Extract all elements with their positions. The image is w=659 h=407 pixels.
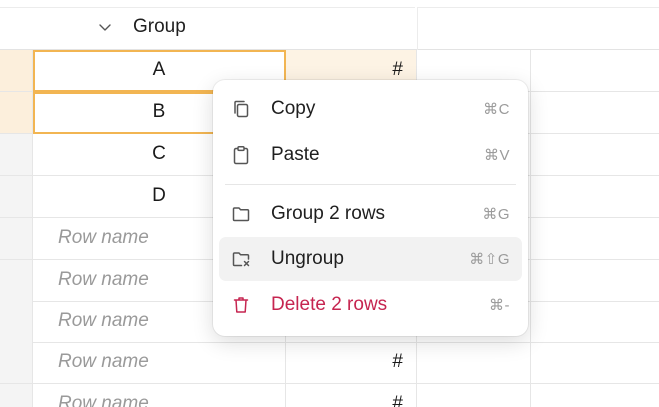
table-row[interactable]: Row name # xyxy=(0,342,659,384)
row-handle[interactable] xyxy=(0,301,33,343)
shortcut-hint: ⌘C xyxy=(483,101,510,118)
chevron-down-icon[interactable] xyxy=(97,19,113,35)
menu-separator xyxy=(225,184,516,185)
menu-item-copy[interactable]: Copy ⌘C xyxy=(219,87,522,131)
trash-icon xyxy=(233,297,249,313)
menu-item-label: Paste xyxy=(271,144,320,165)
row-name-placeholder: Row name xyxy=(58,269,149,290)
menu-item-label: Copy xyxy=(271,98,316,119)
row-handle[interactable] xyxy=(0,176,33,218)
shortcut-hint: ⌘- xyxy=(489,297,510,314)
group-name[interactable]: Group xyxy=(133,16,186,38)
row-handle[interactable] xyxy=(0,342,33,384)
shortcut-hint: ⌘⇧G xyxy=(469,251,510,268)
menu-item-label: Ungroup xyxy=(271,248,344,269)
cell-value: # xyxy=(392,393,403,407)
context-menu: Copy ⌘C Paste ⌘V Group 2 rows ⌘G Ungroup… xyxy=(213,80,528,336)
row-name-placeholder: Row name xyxy=(58,393,149,407)
empty-cell[interactable] xyxy=(531,92,659,134)
row-name-placeholder: Row name xyxy=(58,310,149,331)
row-name-placeholder: Row name xyxy=(58,227,149,248)
clipboard-icon xyxy=(233,146,249,165)
value-cell[interactable]: # xyxy=(286,342,417,384)
row-handle[interactable] xyxy=(0,260,33,302)
group-header-row[interactable]: Group xyxy=(0,0,659,50)
empty-cell[interactable] xyxy=(531,301,659,343)
row-handle[interactable] xyxy=(0,218,33,260)
empty-cell[interactable] xyxy=(531,384,659,407)
cell-value: # xyxy=(392,351,403,372)
row-handle[interactable] xyxy=(0,134,33,176)
empty-cell[interactable] xyxy=(531,342,659,384)
folder-icon xyxy=(232,207,250,222)
folder-remove-icon xyxy=(232,252,250,267)
empty-cell[interactable] xyxy=(531,260,659,302)
copy-icon xyxy=(234,100,249,118)
header-divider xyxy=(417,8,659,50)
row-name: A xyxy=(152,59,166,80)
row-name-cell[interactable]: Row name xyxy=(33,384,286,407)
menu-item-delete[interactable]: Delete 2 rows ⌘- xyxy=(219,283,522,327)
menu-item-label: Group 2 rows xyxy=(271,203,386,224)
table-row[interactable]: Row name # xyxy=(0,384,659,407)
shortcut-hint: ⌘V xyxy=(483,147,510,164)
row-name-placeholder: Row name xyxy=(58,351,149,372)
row-name-cell[interactable]: Row name xyxy=(33,342,286,384)
menu-item-label: Delete 2 rows xyxy=(271,294,388,315)
empty-cell[interactable] xyxy=(531,218,659,260)
row-handle[interactable] xyxy=(0,92,33,134)
header-divider xyxy=(417,0,659,8)
header-divider xyxy=(0,0,415,8)
empty-cell[interactable] xyxy=(531,176,659,218)
empty-cell[interactable] xyxy=(417,384,531,407)
empty-cell[interactable] xyxy=(531,50,659,92)
empty-cell[interactable] xyxy=(531,134,659,176)
menu-item-ungroup[interactable]: Ungroup ⌘⇧G xyxy=(219,237,522,281)
cell-value: # xyxy=(392,59,403,80)
menu-item-group[interactable]: Group 2 rows ⌘G xyxy=(219,192,522,236)
shortcut-hint: ⌘G xyxy=(482,206,510,223)
empty-cell[interactable] xyxy=(417,342,531,384)
row-handle[interactable] xyxy=(0,50,33,92)
menu-item-paste[interactable]: Paste ⌘V xyxy=(219,133,522,177)
value-cell[interactable]: # xyxy=(286,384,417,407)
row-handle[interactable] xyxy=(0,384,33,407)
